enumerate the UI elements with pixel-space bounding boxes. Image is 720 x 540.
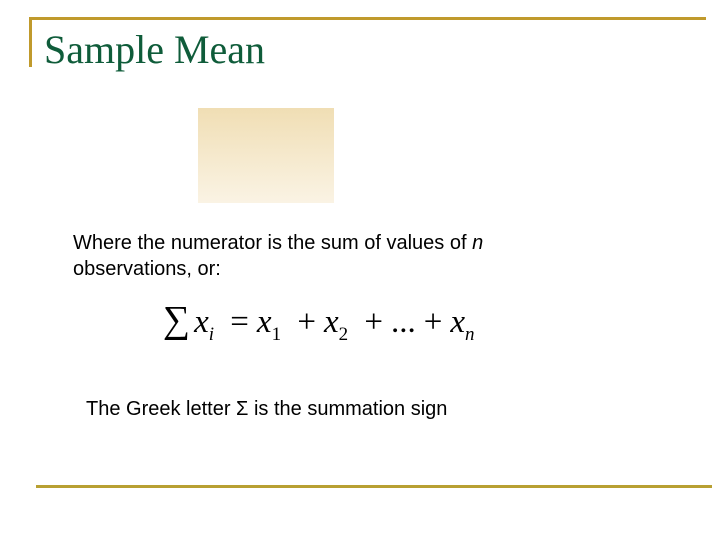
para-text-before: Where the numerator is the sum of values… [73, 232, 473, 254]
term2-var: x [323, 304, 339, 340]
sigma-symbol: ∑ [163, 299, 191, 341]
term1-sub: 1 [271, 324, 282, 345]
plus-sign-1: + [297, 304, 316, 340]
term2-sub: 2 [338, 324, 349, 345]
term1-var: x [256, 304, 272, 340]
sigma-explanation: The Greek letter Σ is the summation sign [86, 398, 448, 420]
ellipsis: ... [390, 304, 416, 340]
para-italic-n: n [472, 232, 484, 254]
para-text-after: observations, or: [73, 258, 221, 280]
frame-bottom-rule [36, 485, 712, 488]
slide-title: Sample Mean [44, 27, 266, 72]
termn-sub: n [465, 324, 475, 345]
frame-top-rule [29, 17, 706, 20]
termn-var: x [450, 304, 465, 340]
plus-sign-3: + [423, 304, 443, 340]
plus-sign-2: + [364, 304, 383, 340]
equals-sign: = [230, 304, 249, 340]
numerator-explanation: Where the numerator is the sum of values… [73, 230, 593, 282]
frame-left-rule [29, 17, 32, 67]
summation-formula: ∑ xi = x1 + x2 +... + xn [163, 298, 475, 357]
lhs-var: x [194, 304, 209, 340]
lhs-sub: i [208, 324, 215, 345]
sample-mean-formula-image [198, 108, 334, 203]
